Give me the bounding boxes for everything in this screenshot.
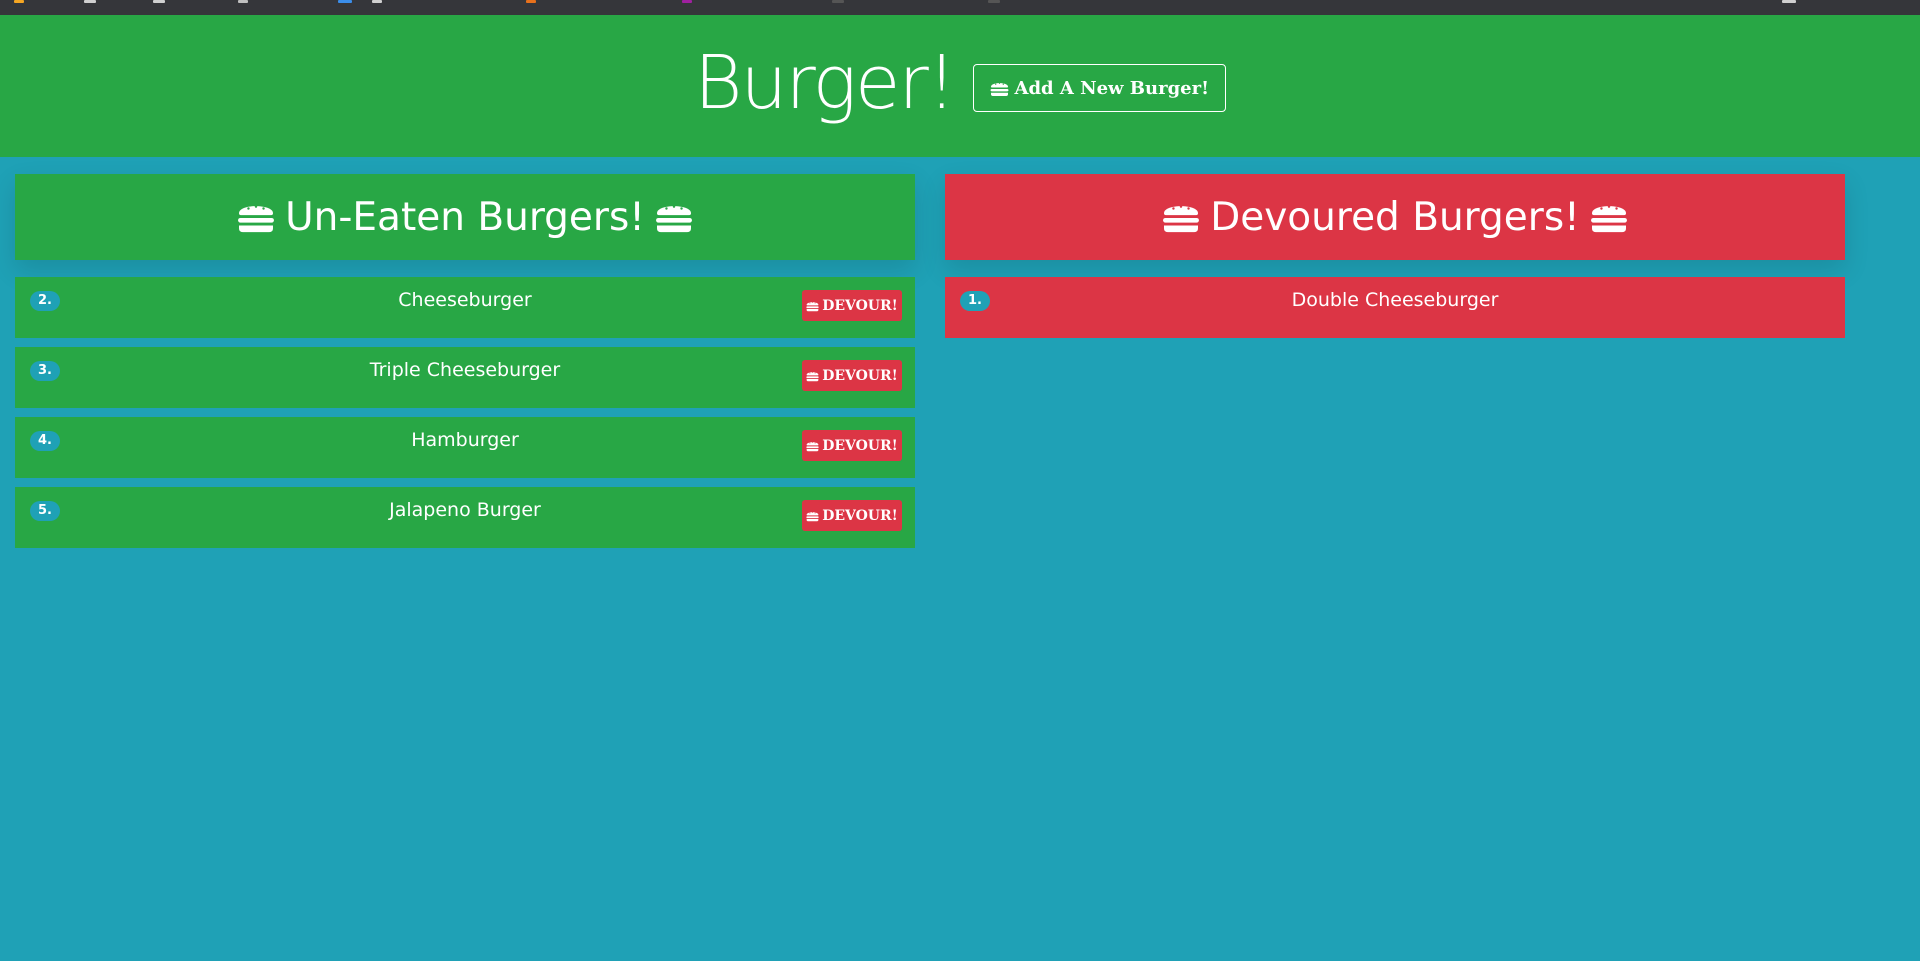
hamburger-icon [237, 200, 275, 234]
hamburger-icon [1590, 200, 1628, 234]
devour-button[interactable]: DEVOUR! [802, 360, 902, 391]
hamburger-icon [990, 80, 1009, 97]
devour-button-label: DEVOUR! [822, 367, 898, 384]
burger-name: Triple Cheeseburger [369, 359, 561, 381]
devoured-burger-row: 1. Double Cheeseburger [945, 277, 1845, 338]
devoured-panel-header: Devoured Burgers! [945, 174, 1845, 260]
hamburger-icon [1162, 200, 1200, 234]
hamburger-icon [806, 440, 819, 452]
bookmark-favicon[interactable] [14, 0, 24, 3]
browser-bookmarks-bar [0, 0, 1920, 16]
bookmark-favicon[interactable] [1782, 0, 1796, 3]
bookmark-favicon[interactable] [988, 0, 1000, 3]
devour-button-label: DEVOUR! [822, 437, 898, 454]
hamburger-icon [806, 370, 819, 382]
burger-name: Hamburger [411, 429, 519, 451]
bookmark-favicon[interactable] [338, 0, 352, 3]
devour-button-label: DEVOUR! [822, 507, 898, 524]
uneaten-panel-header: Un-Eaten Burgers! [15, 174, 915, 260]
burger-name: Cheeseburger [398, 289, 532, 311]
bookmark-favicon[interactable] [238, 0, 248, 3]
bookmark-favicon[interactable] [372, 0, 382, 3]
hamburger-icon [806, 510, 819, 522]
bookmark-favicon[interactable] [832, 0, 844, 3]
devoured-panel-title: Devoured Burgers! [1210, 194, 1580, 240]
page-header: Burger! Add A New Burger! [0, 15, 1920, 157]
uneaten-panel-title: Un-Eaten Burgers! [285, 194, 645, 240]
devour-button[interactable]: DEVOUR! [802, 290, 902, 321]
devour-button[interactable]: DEVOUR! [802, 430, 902, 461]
bookmark-favicon[interactable] [526, 0, 536, 3]
add-burger-button-label: Add A New Burger! [1014, 77, 1210, 99]
bookmark-favicon[interactable] [153, 0, 165, 3]
add-burger-button[interactable]: Add A New Burger! [972, 64, 1227, 112]
uneaten-burger-row: 5. Jalapeno Burger DEVOUR! [15, 487, 915, 548]
page-title: Burger! [693, 40, 957, 126]
uneaten-burger-row: 4. Hamburger DEVOUR! [15, 417, 915, 478]
burger-name: Jalapeno Burger [389, 499, 541, 521]
devour-button-label: DEVOUR! [822, 297, 898, 314]
hamburger-icon [655, 200, 693, 234]
devour-button[interactable]: DEVOUR! [802, 500, 902, 531]
bookmark-favicon[interactable] [682, 0, 692, 3]
bookmark-favicon[interactable] [84, 0, 96, 3]
uneaten-burger-row: 2. Cheeseburger DEVOUR! [15, 277, 915, 338]
uneaten-burger-row: 3. Triple Cheeseburger DEVOUR! [15, 347, 915, 408]
burger-name: Double Cheeseburger [1291, 289, 1499, 311]
hamburger-icon [806, 300, 819, 312]
